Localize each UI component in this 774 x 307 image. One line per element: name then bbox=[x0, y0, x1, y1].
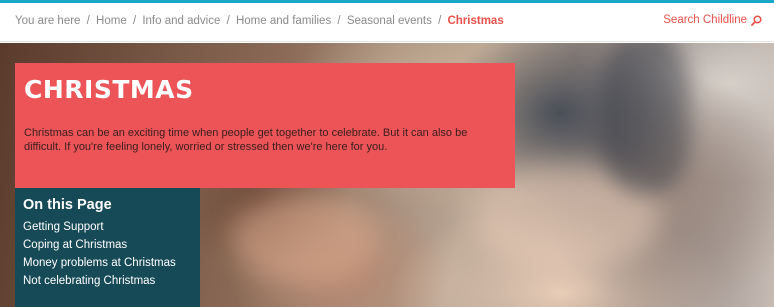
on-this-page-list: Getting Support Coping at Christmas Mone… bbox=[23, 218, 192, 290]
top-bar: You are here / Home / Info and advice / … bbox=[0, 3, 774, 42]
breadcrumb-home-families-link[interactable]: Home and families bbox=[236, 15, 331, 27]
search-childline-link[interactable]: Search Childline bbox=[663, 14, 762, 26]
toc-link-money-problems[interactable]: Money problems at Christmas bbox=[23, 254, 192, 272]
breadcrumb-separator: / bbox=[438, 15, 442, 27]
breadcrumb-separator: / bbox=[337, 15, 341, 27]
breadcrumb: You are here / Home / Info and advice / … bbox=[15, 15, 504, 27]
hero-photo-detail bbox=[230, 193, 380, 283]
breadcrumb-seasonal-events-link[interactable]: Seasonal events bbox=[347, 15, 432, 27]
breadcrumb-current: Christmas bbox=[447, 15, 504, 27]
toc-link-not-celebrating[interactable]: Not celebrating Christmas bbox=[23, 272, 192, 290]
hero-photo-detail bbox=[600, 43, 690, 193]
hero-banner: CHRISTMAS Christmas can be an exciting t… bbox=[0, 43, 774, 307]
on-this-page-panel: On this Page Getting Support Coping at C… bbox=[15, 188, 200, 307]
breadcrumb-info-advice-link[interactable]: Info and advice bbox=[142, 15, 220, 27]
breadcrumb-prefix: You are here bbox=[15, 15, 81, 27]
on-this-page-heading: On this Page bbox=[23, 197, 112, 213]
search-label: Search Childline bbox=[663, 14, 747, 26]
page-title: CHRISTMAS bbox=[24, 75, 194, 104]
breadcrumb-separator: / bbox=[226, 15, 230, 27]
toc-link-getting-support[interactable]: Getting Support bbox=[23, 218, 192, 236]
breadcrumb-separator: / bbox=[86, 15, 90, 27]
hero-title-box: CHRISTMAS Christmas can be an exciting t… bbox=[15, 63, 515, 188]
toc-link-coping-at-christmas[interactable]: Coping at Christmas bbox=[23, 236, 192, 254]
breadcrumb-home-link[interactable]: Home bbox=[96, 15, 127, 27]
page-intro: Christmas can be an exciting time when p… bbox=[24, 127, 468, 153]
breadcrumb-separator: / bbox=[132, 15, 137, 27]
search-icon bbox=[751, 14, 762, 26]
